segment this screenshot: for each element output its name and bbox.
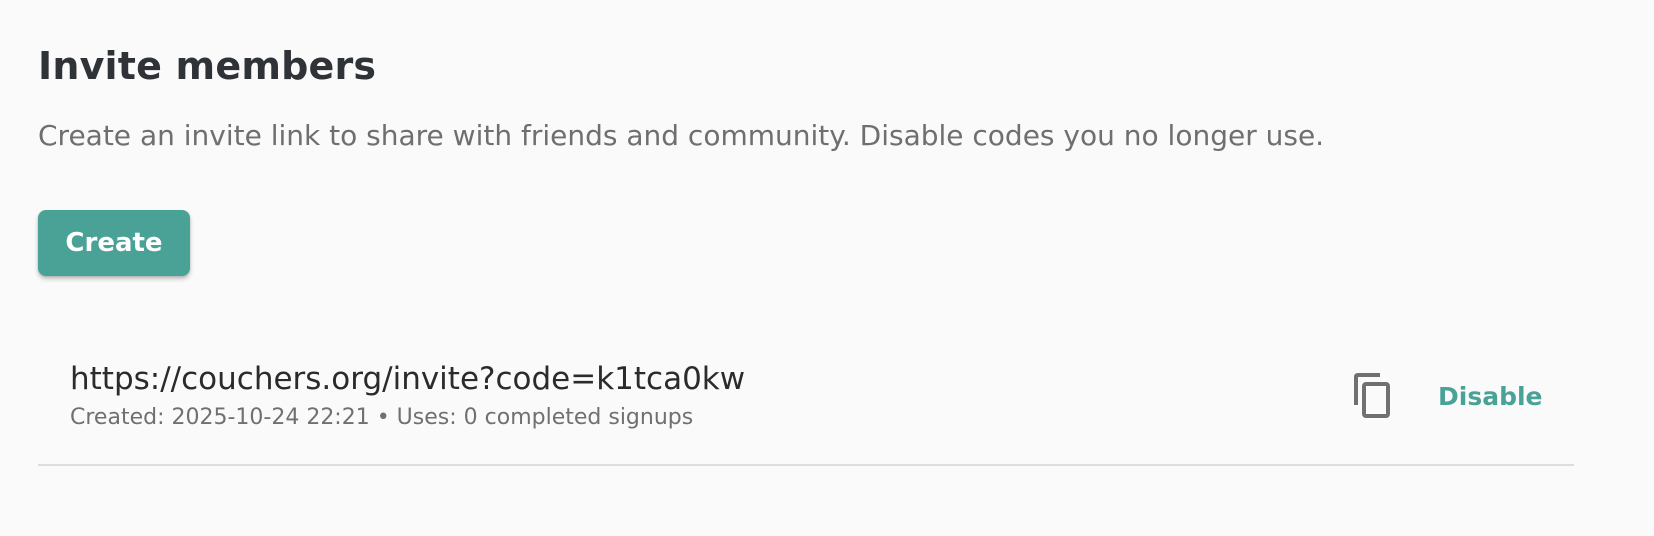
section-description: Create an invite link to share with frie… (38, 119, 1325, 152)
create-invite-button[interactable]: Create (38, 210, 190, 276)
invite-url: https://couchers.org/invite?code=k1tca0k… (70, 361, 746, 397)
invite-meta: Created: 2025-10-24 22:21 • Uses: 0 comp… (70, 405, 694, 430)
invite-members-section: Invite members Create an invite link to … (38, 0, 1574, 536)
page-title: Invite members (38, 44, 377, 88)
copy-icon (1352, 373, 1402, 419)
copy-link-button[interactable] (1352, 368, 1402, 424)
invite-list-item: https://couchers.org/invite?code=k1tca0k… (38, 340, 1574, 466)
disable-invite-button[interactable]: Disable (1430, 370, 1551, 422)
